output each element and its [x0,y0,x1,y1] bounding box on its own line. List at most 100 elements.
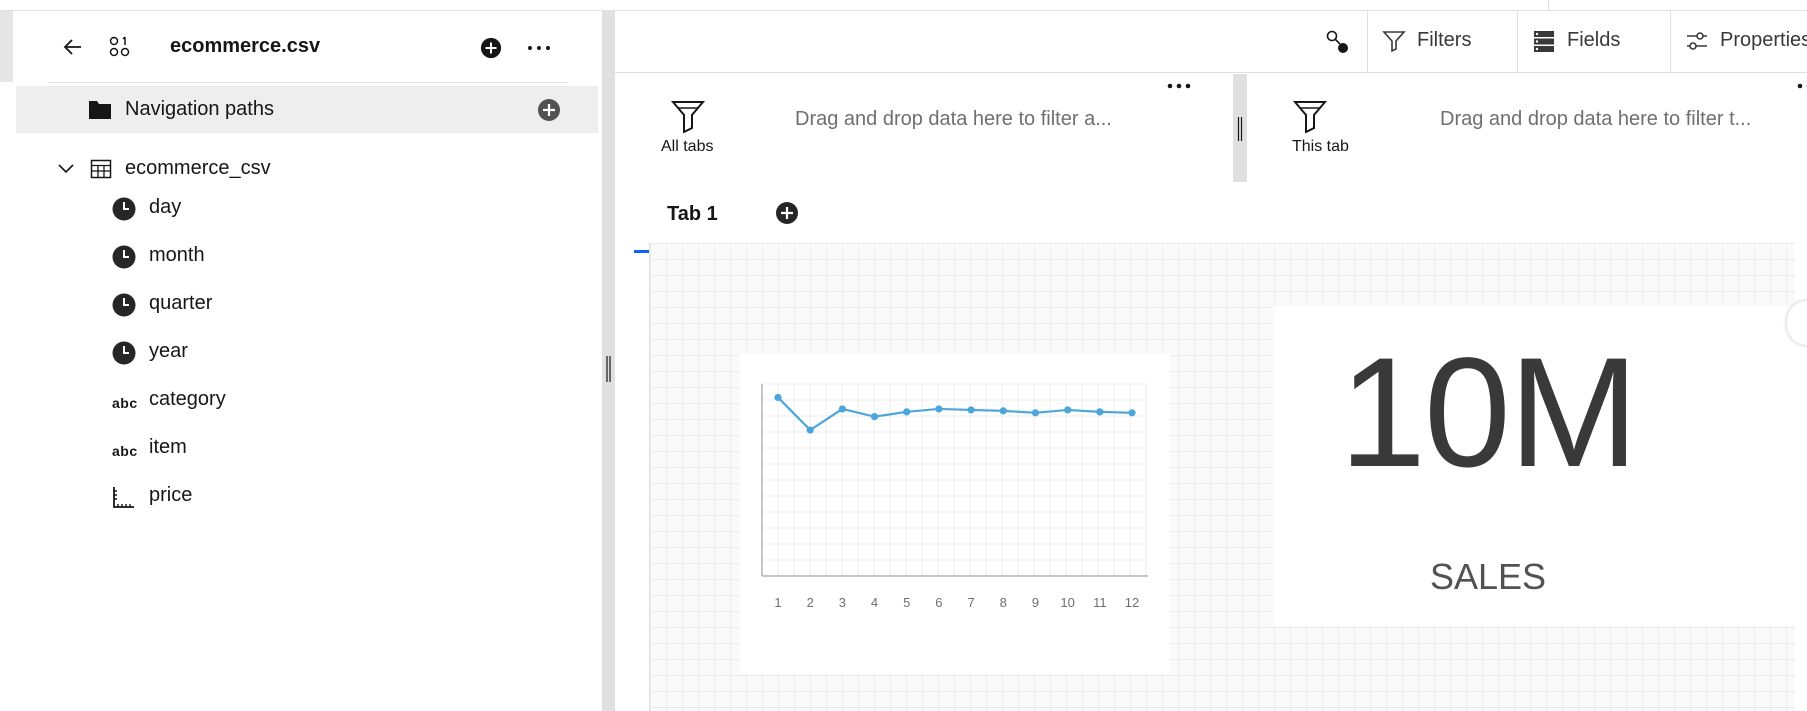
x-tick-label: 8 [1000,595,1007,610]
filter-icon [671,101,705,133]
all-tabs-drop-hint: Drag and drop data here to filter a... [795,108,1112,130]
add-navigation-path-icon[interactable] [537,98,561,122]
data-point [903,408,911,416]
data-point [1096,408,1104,416]
field-quarter[interactable]: quarter [110,285,560,325]
x-tick-label: 2 [807,595,814,610]
data-fields-icon [1534,31,1554,52]
data-point [1031,409,1040,417]
x-tick-label: 6 [935,595,942,610]
table-label: ecommerce_csv [125,157,271,179]
kpi-widget[interactable]: 10M SALES [1273,306,1796,626]
field-label: year [149,340,188,362]
fields-label: Fields [1567,29,1621,51]
sliders-icon [1687,32,1707,50]
table-node[interactable]: ecommerce_csv [48,149,568,189]
add-tab-icon[interactable] [775,201,799,225]
x-tick-label: 12 [1125,595,1139,610]
x-tick-label: 3 [839,595,846,610]
field-label: category [149,388,226,410]
dashboard-toolbar: Filters Fields Properties [615,11,1807,73]
field-month[interactable]: month [110,237,560,277]
series-line [777,396,1133,432]
panel-edge [0,11,13,82]
navigation-paths-row[interactable]: Navigation paths [16,86,598,133]
field-price[interactable]: price [110,477,560,517]
field-category[interactable]: abc category [110,381,560,421]
overflow-menu-icon[interactable] [526,37,552,59]
data-point [999,407,1007,415]
clock-icon [112,245,136,269]
data-point [870,413,879,421]
x-tick-label: 5 [903,595,910,610]
x-tick-label: 11 [1093,595,1107,610]
data-point [967,406,975,414]
fields-button[interactable]: Fields [1517,11,1670,73]
data-source-type-icon[interactable] [108,35,132,59]
field-label: day [149,196,182,218]
dashboard-area: Filters Fields Properties All tabs Drag … [615,11,1807,711]
folder-icon [89,101,111,119]
filter-icon [1382,31,1406,53]
filter-bar: All tabs Drag and drop data here to filt… [615,74,1807,182]
kpi-label: SALES [1429,556,1547,597]
data-source-header: ecommerce.csv [48,11,568,83]
field-year[interactable]: year [110,333,560,373]
this-tab-label: This tab [1292,138,1349,155]
data-point [1064,406,1072,414]
data-source-panel: ecommerce.csv Navigation paths ecommerce… [0,11,602,711]
dashboard-canvas: 1 2 3 4 5 6 7 8 9 10 11 12 10M SALES [649,243,1796,711]
kpi-value: 10M [1339,326,1638,500]
drag-handle-icon [1237,117,1243,141]
properties-button[interactable]: Properties [1670,11,1807,73]
text-abc-icon: abc [112,395,138,411]
app-root: ecommerce.csv Navigation paths ecommerce… [0,0,1807,711]
data-point [806,426,814,434]
line-chart: 1 2 3 4 5 6 7 8 9 10 11 12 [761,383,1148,610]
data-point [935,405,943,413]
text-abc-icon: abc [112,443,138,459]
panel-resize-handle[interactable] [602,11,615,711]
overflow-menu-icon[interactable] [1165,80,1195,92]
properties-label: Properties [1720,29,1807,51]
table-icon [90,159,112,179]
drag-handle-icon [606,356,611,382]
field-label: month [149,244,205,266]
field-label: quarter [149,292,213,314]
x-tick-label: 9 [1032,595,1039,610]
field-label: price [149,484,193,506]
overflow-menu-icon[interactable] [1795,80,1807,92]
data-source-title: ecommerce.csv [170,35,321,57]
back-arrow-icon[interactable] [61,35,85,59]
clock-icon [112,197,136,221]
navigation-paths-label: Navigation paths [125,98,274,120]
filter-icon [1293,101,1327,133]
connect-icon[interactable] [1325,29,1351,55]
chevron-down-icon[interactable] [56,158,76,178]
top-border [0,0,1807,11]
x-tick-label: 1 [774,595,781,610]
filters-button[interactable]: Filters [1367,11,1517,73]
this-tab-filter-zone[interactable]: This tab Drag and drop data here to filt… [1247,74,1807,182]
filters-label: Filters [1417,29,1472,51]
clock-icon [112,341,136,365]
data-point [1128,409,1136,417]
all-tabs-filter-zone[interactable]: All tabs Drag and drop data here to filt… [615,74,1233,182]
tab-label: Tab 1 [667,203,718,225]
x-tick-label: 10 [1060,595,1074,610]
x-tick-label: 7 [967,595,974,610]
x-tick-label: 4 [871,595,878,610]
data-point [838,405,846,413]
clock-icon [112,293,136,317]
data-point [774,393,782,402]
filter-zone-resize-handle[interactable] [1233,74,1247,182]
this-tab-drop-hint: Drag and drop data here to filter t... [1440,108,1752,130]
add-icon[interactable] [480,37,502,59]
measure-ruler-icon [113,487,134,508]
field-label: item [149,436,187,458]
line-chart-widget[interactable]: 1 2 3 4 5 6 7 8 9 10 11 12 [740,354,1170,674]
field-day[interactable]: day [110,189,560,229]
field-item[interactable]: abc item [110,429,560,469]
all-tabs-label: All tabs [661,138,714,155]
